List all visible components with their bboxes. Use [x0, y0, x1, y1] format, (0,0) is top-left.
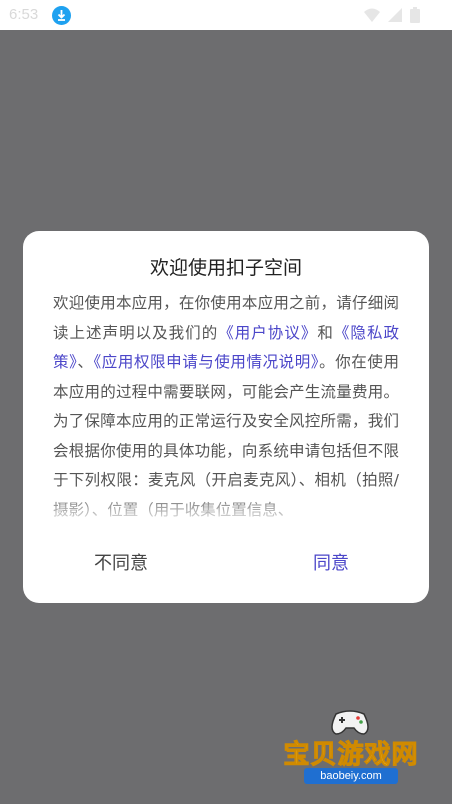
- disagree-button[interactable]: 不同意: [23, 549, 219, 575]
- body-text-separator: 、: [77, 353, 94, 371]
- battery-icon: [410, 7, 420, 23]
- watermark-text: 宝贝游戏网: [283, 740, 419, 771]
- dialog-body: 欢迎使用本应用，在你使用本应用之前，请仔细阅读上述声明以及我们的《用户协议》和《…: [53, 289, 399, 527]
- status-bar: 6:53: [0, 0, 452, 30]
- scroll-fade: [53, 491, 399, 527]
- signal-icon: [388, 8, 402, 22]
- status-time: 6:53: [9, 6, 39, 23]
- watermark-url: baobeiy.com: [304, 768, 398, 784]
- permissions-link[interactable]: 《应用权限申请与使用情况说明》: [93, 353, 319, 371]
- download-icon: [52, 6, 71, 25]
- wifi-icon: [364, 8, 380, 22]
- dialog-title: 欢迎使用扣子空间: [149, 257, 302, 279]
- privacy-dialog: 欢迎使用扣子空间 欢迎使用本应用，在你使用本应用之前，请仔细阅读上述声明以及我们…: [23, 231, 429, 603]
- game-controller-icon: [328, 708, 372, 736]
- body-text-and: 和: [317, 323, 334, 342]
- watermark: 宝贝游戏网 baobeiy.com: [276, 700, 426, 790]
- agree-button[interactable]: 同意: [233, 549, 429, 575]
- user-agreement-link[interactable]: 《用户协议》: [218, 324, 317, 342]
- status-icons: [364, 7, 420, 23]
